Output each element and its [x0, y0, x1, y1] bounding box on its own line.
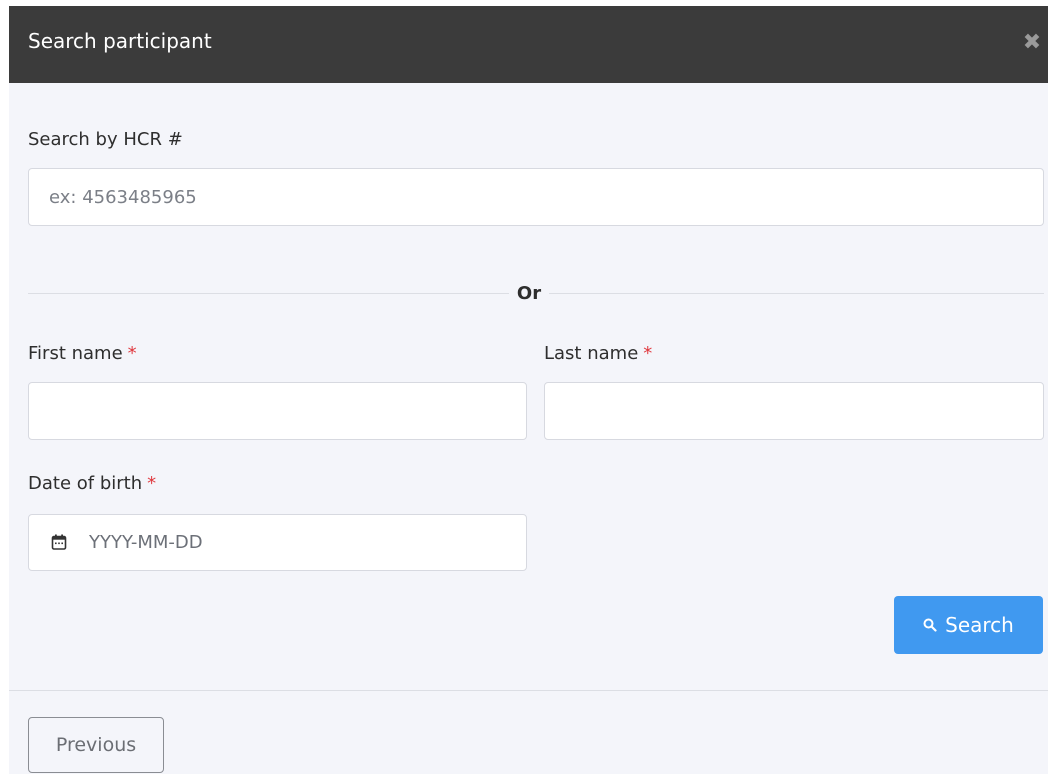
hcr-label: Search by HCR # — [28, 129, 183, 150]
first-name-label-text: First name — [28, 343, 123, 364]
modal-title: Search participant — [28, 29, 212, 53]
divider-line-left — [28, 293, 509, 294]
required-marker: * — [147, 473, 157, 494]
divider-or: Or — [516, 283, 542, 304]
previous-button[interactable]: Previous — [28, 717, 164, 773]
divider-line-right — [549, 293, 1044, 294]
close-button[interactable]: ✖ — [1020, 31, 1044, 55]
required-marker: * — [127, 343, 137, 364]
calendar-icon — [51, 534, 67, 550]
search-button[interactable]: Search — [894, 596, 1043, 654]
dob-input[interactable] — [89, 515, 519, 570]
last-name-label: Last name * — [544, 342, 652, 366]
first-name-label: First name * — [28, 342, 137, 366]
last-name-label-text: Last name — [544, 343, 639, 364]
modal-header: Search participant ✖ — [9, 6, 1048, 83]
last-name-input[interactable] — [544, 382, 1044, 440]
hcr-input[interactable] — [28, 168, 1044, 226]
search-participant-modal: Search participant ✖ Search by HCR # Or … — [9, 6, 1048, 774]
dob-label-text: Date of birth — [28, 473, 143, 494]
dob-field[interactable] — [28, 514, 527, 571]
search-button-label: Search — [945, 613, 1014, 637]
search-icon — [923, 618, 937, 632]
required-marker: * — [643, 343, 653, 364]
footer-divider — [9, 690, 1048, 691]
dob-label: Date of birth * — [28, 472, 156, 496]
close-icon: ✖ — [1022, 30, 1042, 55]
first-name-input[interactable] — [28, 382, 527, 440]
